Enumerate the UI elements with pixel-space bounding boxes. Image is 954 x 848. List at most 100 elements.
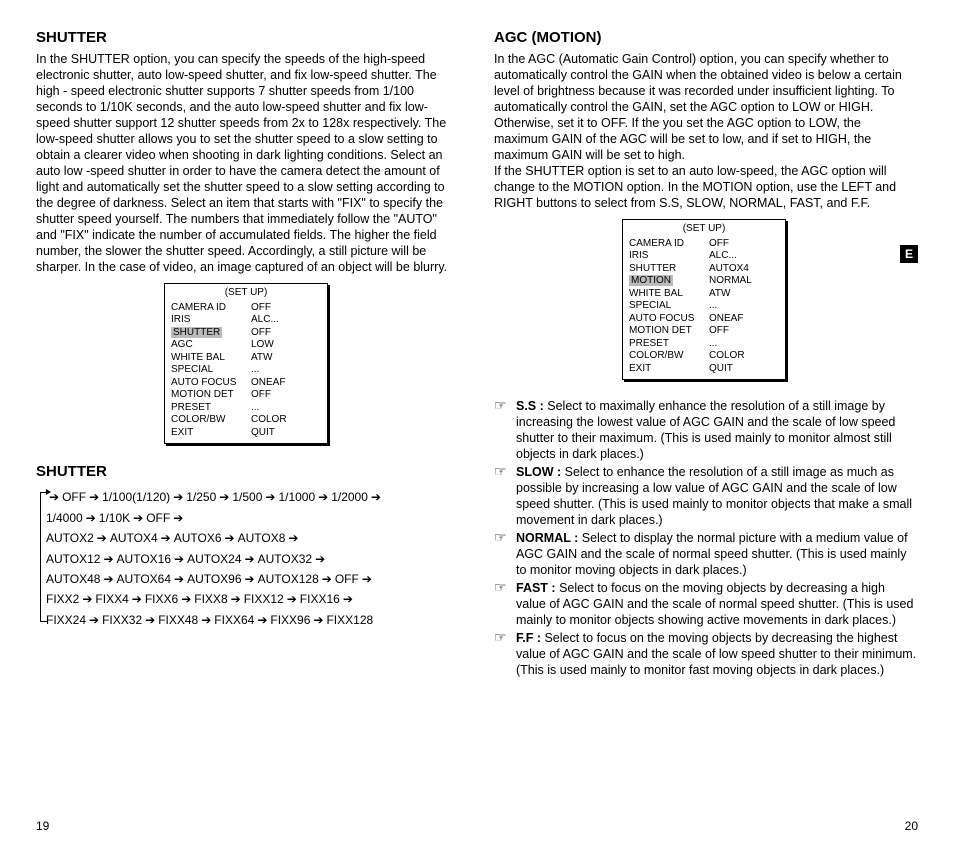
arrow-right-icon: ➔ <box>285 531 301 545</box>
right-setup-menu: (SET UP) CAMERA IDOFFIRISALC...SHUTTERAU… <box>622 219 786 380</box>
shutter-value: AUTOX12 <box>46 552 100 566</box>
arrow-right-icon: ➔ <box>79 592 95 606</box>
shutter-value: OFF <box>146 511 170 525</box>
menu-row: PRESET... <box>629 338 779 351</box>
definition-item: ☞SLOW : Select to enhance the resolution… <box>494 464 918 528</box>
shutter-value: AUTOX2 <box>46 531 94 545</box>
note-icon: ☞ <box>494 580 516 628</box>
arrow-right-icon: ➔ <box>142 613 158 627</box>
left-column: SHUTTER In the SHUTTER option, you can s… <box>36 28 460 680</box>
arrow-right-icon: ➔ <box>178 592 194 606</box>
shutter-heading-1: SHUTTER <box>36 28 460 47</box>
menu-row: SPECIAL... <box>171 364 321 377</box>
arrow-right-icon: ➔ <box>100 572 116 586</box>
menu-row: SHUTTERAUTOX4 <box>629 263 779 276</box>
shutter-value: FIXX2 <box>46 592 79 606</box>
arrow-right-icon: ➔ <box>216 490 232 504</box>
arrow-right-icon: ➔ <box>254 613 270 627</box>
menu-row: IRISALC... <box>629 250 779 263</box>
shutter-value: 1/250 <box>186 490 216 504</box>
arrow-right-icon: ➔ <box>228 592 244 606</box>
arrow-right-icon: ➔ <box>284 592 300 606</box>
arrow-right-icon: ➔ <box>319 572 335 586</box>
arrow-right-icon: ➔ <box>310 613 326 627</box>
shutter-value: FIXX12 <box>244 592 284 606</box>
page-number-right: 20 <box>905 819 918 834</box>
menu-row: COLOR/BWCOLOR <box>629 350 779 363</box>
menu-row: AGCLOW <box>171 339 321 352</box>
arrow-right-icon: ➔ <box>100 552 116 566</box>
arrow-right-icon: ➔ <box>158 531 174 545</box>
return-arrow-icon <box>40 492 47 622</box>
shutter-value: AUTOX48 <box>46 572 100 586</box>
note-icon: ☞ <box>494 398 516 462</box>
menu-row: COLOR/BWCOLOR <box>171 414 321 427</box>
shutter-value: AUTOX96 <box>187 572 241 586</box>
menu-row: IRISALC... <box>171 314 321 327</box>
arrow-right-icon: ➔ <box>170 490 186 504</box>
shutter-value: 1/100(1/120) <box>102 490 170 504</box>
shutter-value: AUTOX16 <box>117 552 171 566</box>
menu-title: (SET UP) <box>171 287 321 300</box>
definition-item: ☞S.S : Select to maximally enhance the r… <box>494 398 918 462</box>
arrow-right-icon: ➔ <box>242 572 258 586</box>
shutter-value: FIXX8 <box>194 592 227 606</box>
shutter-value: FIXX6 <box>145 592 178 606</box>
shutter-value: OFF <box>335 572 359 586</box>
menu-row: CAMERA IDOFF <box>629 238 779 251</box>
note-icon: ☞ <box>494 630 516 678</box>
arrow-right-icon: ➔ <box>242 552 258 566</box>
right-menu-wrap: (SET UP) CAMERA IDOFFIRISALC...SHUTTERAU… <box>494 221 918 382</box>
menu-row: EXITQUIT <box>629 363 779 376</box>
definition-item: ☞F.F : Select to focus on the moving obj… <box>494 630 918 678</box>
left-menu-wrap: (SET UP) CAMERA IDOFFIRISALC...SHUTTEROF… <box>36 285 460 446</box>
menu-row: SPECIAL... <box>629 300 779 313</box>
arrow-right-icon: ➔ <box>129 592 145 606</box>
shutter-value: 1/500 <box>232 490 262 504</box>
shutter-value: FIXX16 <box>300 592 340 606</box>
arrow-right-icon: ➔ <box>94 531 110 545</box>
arrow-right-icon: ➔ <box>359 572 375 586</box>
arrow-right-icon: ➔ <box>83 511 99 525</box>
shutter-value: AUTOX24 <box>187 552 241 566</box>
shutter-value: AUTOX8 <box>238 531 286 545</box>
arrow-right-icon: ➔ <box>171 552 187 566</box>
arrow-right-icon: ➔ <box>198 613 214 627</box>
shutter-value: AUTOX6 <box>174 531 222 545</box>
definitions-list: ☞S.S : Select to maximally enhance the r… <box>494 398 918 678</box>
shutter-value: 1/1000 <box>278 490 315 504</box>
menu-row: SHUTTEROFF <box>171 327 321 340</box>
shutter-value: 1/4000 <box>46 511 83 525</box>
shutter-value: 1/10K <box>99 511 130 525</box>
note-icon: ☞ <box>494 464 516 528</box>
shutter-value: AUTOX128 <box>258 572 319 586</box>
arrow-right-icon: ➔ <box>171 572 187 586</box>
menu-row: CAMERA IDOFF <box>171 302 321 315</box>
language-badge: E <box>900 245 918 263</box>
arrow-right-icon: ➔ <box>86 490 102 504</box>
shutter-value: FIXX32 <box>102 613 142 627</box>
shutter-value: 1/2000 <box>331 490 368 504</box>
shutter-value: FIXX4 <box>95 592 128 606</box>
menu-row: MOTION DETOFF <box>171 389 321 402</box>
menu-title: (SET UP) <box>629 223 779 236</box>
menu-row: PRESET... <box>171 402 321 415</box>
shutter-value: FIXX96 <box>270 613 310 627</box>
menu-row: AUTO FOCUSONEAF <box>629 313 779 326</box>
page-spread: SHUTTER In the SHUTTER option, you can s… <box>36 28 918 680</box>
arrow-right-icon: ➔ <box>86 613 102 627</box>
arrow-right-icon: ➔ <box>262 490 278 504</box>
definition-item: ☞FAST : Select to focus on the moving ob… <box>494 580 918 628</box>
menu-row: EXITQUIT <box>171 427 321 440</box>
shutter-heading-2: SHUTTER <box>36 462 460 481</box>
definition-item: ☞NORMAL : Select to display the normal p… <box>494 530 918 578</box>
menu-row: WHITE BALATW <box>629 288 779 301</box>
shutter-value: AUTOX4 <box>110 531 158 545</box>
arrow-right-icon: ➔ <box>170 511 186 525</box>
arrow-right-icon: ➔ <box>222 531 238 545</box>
shutter-value: FIXX128 <box>326 613 373 627</box>
menu-row: AUTO FOCUSONEAF <box>171 377 321 390</box>
shutter-paragraph: In the SHUTTER option, you can specify t… <box>36 51 460 275</box>
menu-row: MOTIONNORMAL <box>629 275 779 288</box>
menu-row: MOTION DETOFF <box>629 325 779 338</box>
